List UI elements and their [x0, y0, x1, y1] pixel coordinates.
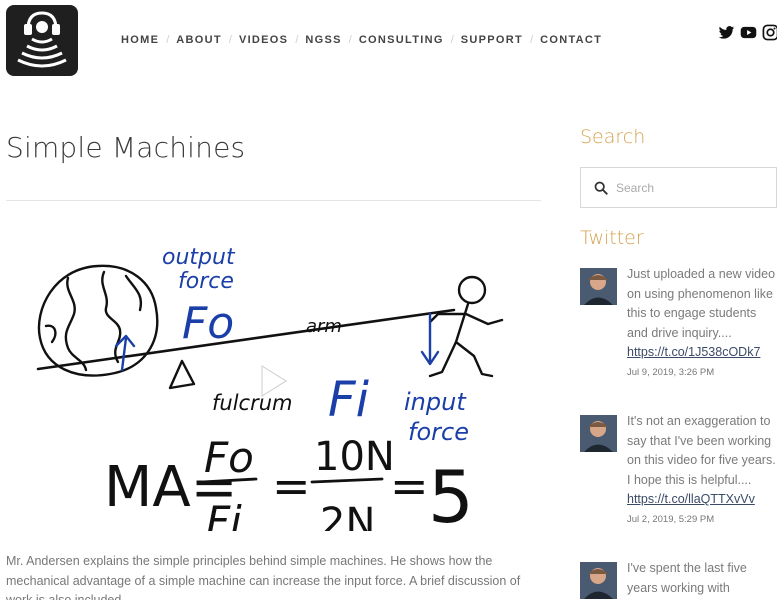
- search-box: [580, 167, 777, 208]
- search-heading: Search: [580, 126, 646, 148]
- youtube-icon[interactable]: [740, 24, 757, 41]
- label-ma-numerator: Fo: [204, 433, 254, 482]
- video-player[interactable]: output force Fo arm fulcrum Fi input for…: [6, 230, 540, 531]
- label-fi: Fi: [328, 372, 370, 428]
- label-input-force: force: [408, 418, 469, 446]
- tweet-text: I've spent the last five years working w…: [627, 561, 747, 595]
- nav-separator: /: [450, 34, 454, 46]
- label-equals-1: =: [272, 459, 311, 513]
- page-title: Simple Machines: [6, 131, 246, 164]
- instagram-icon[interactable]: [762, 24, 777, 41]
- label-input: input: [404, 388, 467, 416]
- nav-consulting[interactable]: CONSULTING: [359, 34, 444, 46]
- label-output-force: force: [178, 269, 234, 294]
- nav-separator: /: [530, 34, 534, 46]
- tweet-date[interactable]: Jul 9, 2019, 3:26 PM: [627, 366, 777, 380]
- nav-separator: /: [348, 34, 352, 46]
- tweet-link[interactable]: https://t.co/1J538cODk7: [627, 343, 777, 363]
- avatar[interactable]: [580, 562, 617, 599]
- nav-separator: /: [166, 34, 170, 46]
- nav-separator: /: [228, 34, 232, 46]
- play-icon[interactable]: [252, 361, 292, 401]
- label-arm: arm: [306, 316, 342, 337]
- nav-ngss[interactable]: NGSS: [305, 34, 341, 46]
- nav-videos[interactable]: VIDEOS: [239, 34, 288, 46]
- avatar[interactable]: [580, 268, 617, 305]
- label-fo: Fo: [182, 298, 234, 349]
- video-description: Mr. Andersen explains the simple princip…: [6, 554, 521, 600]
- main-nav: HOME / ABOUT / VIDEOS / NGSS / CONSULTIN…: [121, 33, 602, 47]
- label-result: 5: [428, 455, 474, 531]
- social-links: [718, 24, 777, 41]
- label-ma-denominator: Fi: [206, 497, 242, 531]
- nav-about[interactable]: ABOUT: [176, 34, 222, 46]
- tweet-link[interactable]: https://t.co/llaQTTXvVv: [627, 490, 777, 510]
- search-input[interactable]: [616, 180, 766, 195]
- nav-contact[interactable]: CONTACT: [540, 34, 602, 46]
- search-icon: [594, 181, 608, 195]
- nav-separator: /: [295, 34, 299, 46]
- tweet-date[interactable]: Jul 2, 2019, 5:29 PM: [627, 513, 777, 527]
- tweet-text: It's not an exaggeration to say that I'v…: [627, 414, 776, 487]
- label-10n: 10N: [314, 434, 395, 480]
- title-divider: [6, 200, 541, 201]
- avatar[interactable]: [580, 415, 617, 452]
- site-logo[interactable]: [6, 5, 78, 76]
- nav-support[interactable]: SUPPORT: [461, 34, 523, 46]
- label-2n: 2N: [320, 500, 375, 531]
- nav-home[interactable]: HOME: [121, 34, 159, 46]
- twitter-heading: Twitter: [580, 227, 644, 249]
- label-output: output: [162, 245, 236, 270]
- headphones-logo-icon: [17, 11, 67, 68]
- tweet-text: Just uploaded a new video on using pheno…: [627, 267, 776, 340]
- label-equals-2: =: [390, 459, 429, 513]
- twitter-icon[interactable]: [718, 24, 735, 41]
